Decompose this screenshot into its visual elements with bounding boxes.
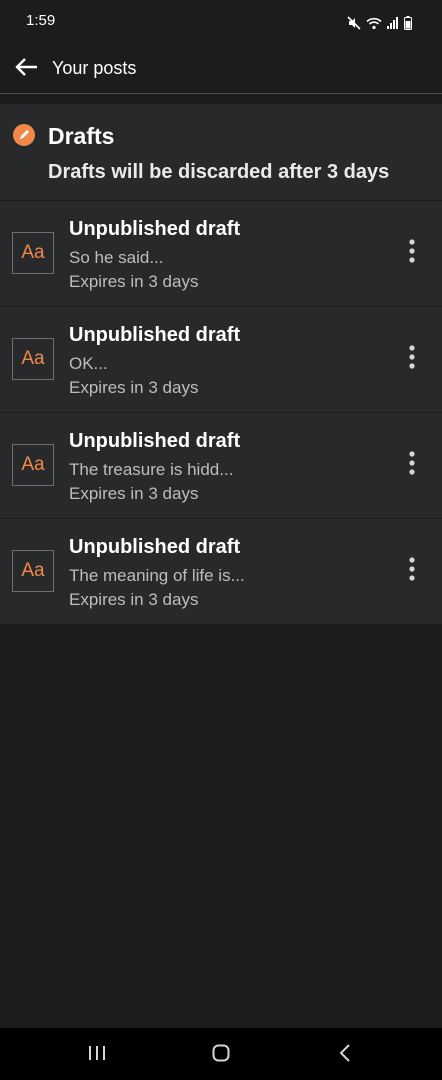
- more-options-button[interactable]: [400, 556, 424, 586]
- signal-icon: [387, 17, 399, 29]
- draft-list-item[interactable]: Aa Unpublished draft So he said... Expir…: [0, 201, 442, 307]
- more-options-button[interactable]: [400, 344, 424, 374]
- divider: [0, 93, 442, 94]
- drafts-header: Drafts Drafts will be discarded after 3 …: [0, 104, 442, 200]
- more-options-button[interactable]: [400, 450, 424, 480]
- draft-list: Aa Unpublished draft So he said... Expir…: [0, 201, 442, 625]
- draft-thumbnail: Aa: [12, 444, 54, 486]
- status-time: 1:59: [26, 12, 56, 29]
- app-bar: Your posts: [0, 46, 442, 92]
- draft-snippet: OK...: [69, 354, 108, 373]
- draft-snippet: The treasure is hidd...: [69, 460, 234, 479]
- recent-apps-button[interactable]: [84, 1042, 110, 1068]
- draft-list-item[interactable]: Aa Unpublished draft The meaning of life…: [0, 519, 442, 625]
- status-bar: 1:59: [0, 0, 442, 46]
- drafts-title: Drafts: [48, 123, 115, 149]
- page-title: Your posts: [52, 58, 137, 78]
- back-icon: [339, 1043, 351, 1067]
- draft-snippet: So he said...: [69, 248, 164, 267]
- more-vert-icon: [409, 238, 415, 268]
- draft-list-item[interactable]: Aa Unpublished draft The treasure is hid…: [0, 413, 442, 519]
- nav-back-button[interactable]: [332, 1042, 358, 1068]
- draft-expiry: Expires in 3 days: [69, 484, 199, 503]
- draft-list-item[interactable]: Aa Unpublished draft OK... Expires in 3 …: [0, 307, 442, 413]
- draft-expiry: Expires in 3 days: [69, 590, 199, 609]
- draft-snippet: The meaning of life is...: [69, 566, 245, 585]
- system-nav-bar: [0, 1028, 442, 1080]
- more-vert-icon: [409, 450, 415, 480]
- home-button[interactable]: [208, 1042, 234, 1068]
- draft-title: Unpublished draft: [69, 324, 241, 346]
- drafts-subtitle: Drafts will be discarded after 3 days: [48, 161, 390, 183]
- recent-apps-icon: [88, 1045, 106, 1066]
- more-vert-icon: [409, 344, 415, 374]
- status-icons: [347, 14, 412, 32]
- draft-title: Unpublished draft: [69, 430, 241, 452]
- arrow-left-icon: [14, 57, 38, 82]
- draft-expiry: Expires in 3 days: [69, 378, 199, 397]
- draft-expiry: Expires in 3 days: [69, 272, 199, 291]
- back-button[interactable]: [12, 55, 40, 83]
- mute-icon: [347, 16, 361, 30]
- wifi-icon: [366, 17, 382, 30]
- draft-thumbnail: Aa: [12, 232, 54, 274]
- more-vert-icon: [409, 556, 415, 586]
- draft-title: Unpublished draft: [69, 536, 241, 558]
- pencil-icon: [13, 124, 35, 146]
- more-options-button[interactable]: [400, 238, 424, 268]
- battery-icon: [404, 16, 412, 30]
- draft-title: Unpublished draft: [69, 218, 241, 240]
- home-icon: [212, 1044, 230, 1067]
- draft-thumbnail: Aa: [12, 338, 54, 380]
- draft-thumbnail: Aa: [12, 550, 54, 592]
